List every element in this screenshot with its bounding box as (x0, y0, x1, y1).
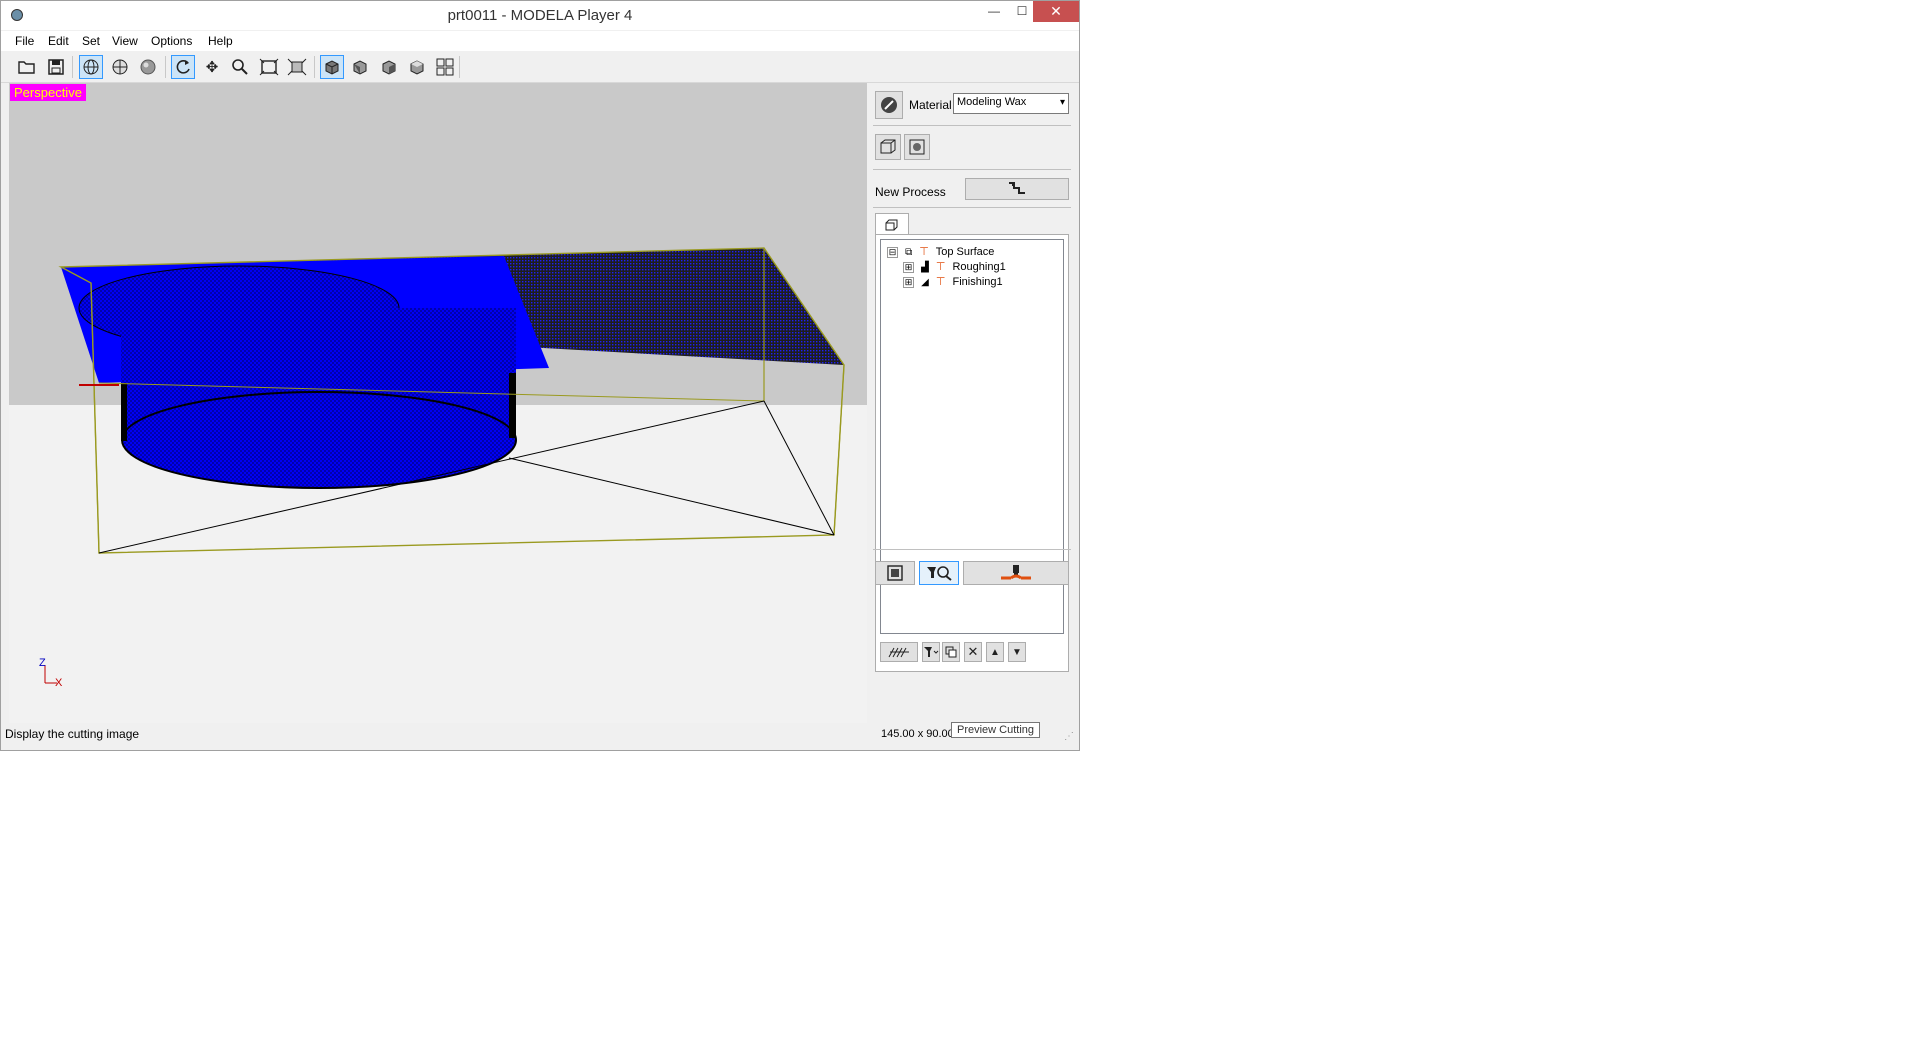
tool-icon: ⊤ (935, 276, 946, 288)
collapse-icon[interactable]: ⊟ (887, 246, 898, 258)
finishing-icon: ◢ (921, 277, 929, 288)
tree-item-finishing1[interactable]: ⊞ ◢ ⊤ Finishing1 (903, 275, 1003, 288)
menu-options[interactable]: Options (151, 34, 192, 48)
resize-grip[interactable]: ⋰ (1064, 731, 1074, 742)
fit-window-icon[interactable] (257, 55, 281, 79)
tree-item-top-surface[interactable]: ⊟ ⧉ ⊤ Top Surface (887, 245, 994, 258)
new-process-button[interactable] (965, 178, 1069, 200)
move-icon[interactable]: ✥ (200, 55, 224, 79)
roughing-icon: ▟ (921, 262, 929, 273)
material-label: Material (909, 98, 952, 112)
material-icon[interactable] (875, 91, 903, 119)
axis-x-label: X (55, 677, 63, 689)
tool-icon: ⊤ (935, 261, 946, 273)
view-front-icon[interactable] (348, 55, 372, 79)
close-button[interactable]: ✕ (1033, 1, 1079, 22)
menu-set[interactable]: Set (82, 34, 100, 48)
tree-item-label: Finishing1 (952, 276, 1003, 288)
new-process-label: New Process (875, 185, 946, 199)
menu-bar: File Edit Set View Options Help (1, 31, 1079, 51)
surface-tool-icon: ⊤ (919, 246, 929, 258)
material-value: Modeling Wax (957, 96, 1027, 108)
tool-select-button[interactable] (922, 642, 940, 662)
material-select[interactable]: Modeling Wax ▾ (953, 93, 1069, 114)
move-down-button[interactable]: ▼ (1008, 642, 1026, 662)
view-multi-icon[interactable] (433, 55, 457, 79)
display-cutting-button[interactable] (875, 561, 915, 585)
model-origin-button[interactable] (904, 134, 930, 160)
process-panel: Material Modeling Wax ▾ New Process ⊟ ⧉ (873, 83, 1073, 723)
move-up-button[interactable]: ▲ (986, 642, 1004, 662)
model-dimensions: 145.00 x 90.00 (881, 728, 954, 740)
preview-cutting-tooltip: Preview Cutting (951, 722, 1041, 738)
model-size-button[interactable] (875, 134, 901, 160)
tree-item-roughing1[interactable]: ⊞ ▟ ⊤ Roughing1 (903, 260, 1006, 273)
cut-button[interactable] (963, 561, 1069, 585)
preview-cutting-button[interactable] (919, 561, 959, 585)
perspective-label: Perspective (10, 84, 86, 101)
menu-file[interactable]: File (15, 34, 34, 48)
wireframe-icon[interactable] (79, 55, 103, 79)
open-folder-icon[interactable] (15, 55, 39, 79)
view-top-icon[interactable] (405, 55, 429, 79)
expand-icon[interactable]: ⊞ (903, 276, 914, 288)
tree-item-label: Top Surface (935, 246, 995, 258)
view-perspective-icon[interactable] (320, 55, 344, 79)
surface-icon[interactable] (108, 55, 132, 79)
view-right-icon[interactable] (377, 55, 401, 79)
zoom-icon[interactable] (228, 55, 252, 79)
toolpath-settings-button[interactable] (880, 642, 918, 662)
window-title: prt0011 - MODELA Player 4 (447, 7, 633, 24)
title-bar: prt0011 - MODELA Player 4 — ☐ ✕ (1, 1, 1079, 30)
copy-process-button[interactable] (942, 642, 960, 662)
rotate-icon[interactable] (171, 55, 195, 79)
menu-help[interactable]: Help (208, 34, 233, 48)
menu-edit[interactable]: Edit (48, 34, 69, 48)
axis-z-label: Z (39, 657, 46, 669)
process-tab-body: ⊟ ⧉ ⊤ Top Surface ⊞ ▟ ⊤ Roughing1 ⊞ ◢ ⊤ … (875, 234, 1069, 672)
zoom-area-icon[interactable] (285, 55, 309, 79)
save-icon[interactable] (44, 55, 68, 79)
main-window: prt0011 - MODELA Player 4 — ☐ ✕ File Edi… (0, 0, 1080, 751)
menu-view[interactable]: View (112, 34, 138, 48)
expand-icon[interactable]: ⊞ (903, 261, 914, 273)
chevron-down-icon: ▾ (1059, 97, 1065, 108)
delete-process-button[interactable]: ✕ (964, 642, 982, 662)
model-render (44, 247, 845, 684)
model-icon: ⧉ (905, 247, 913, 258)
toolbar: ✥ (1, 52, 1079, 83)
tab-process-list[interactable] (875, 213, 909, 235)
3d-viewport[interactable]: Perspective Z X (9, 83, 867, 723)
shaded-icon[interactable] (136, 55, 160, 79)
status-text: Display the cutting image (5, 727, 140, 741)
tree-item-label: Roughing1 (952, 261, 1006, 273)
